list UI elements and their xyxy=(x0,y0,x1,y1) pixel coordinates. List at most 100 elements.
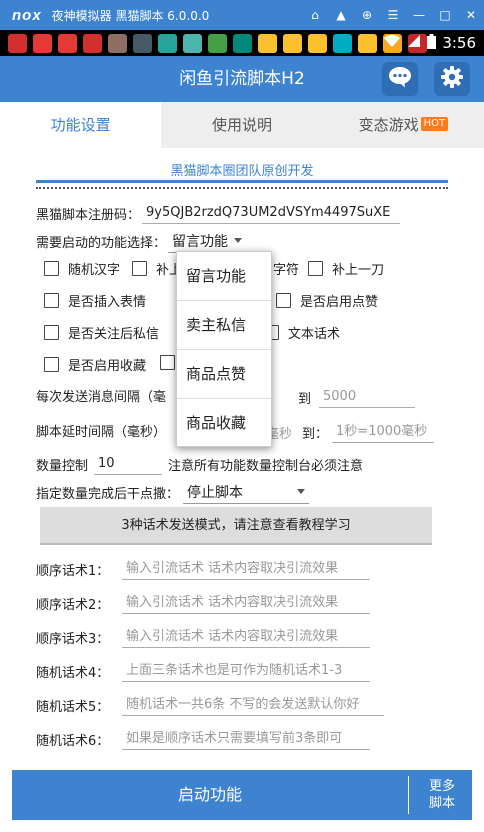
notification-app-icon xyxy=(58,33,77,53)
checkbox-extra-cut[interactable]: 补上一刀 xyxy=(308,259,384,278)
dropdown-option-favorite[interactable]: 商品收藏 xyxy=(177,399,271,448)
after-select[interactable]: 停止脚本 xyxy=(183,480,310,504)
checkbox-box xyxy=(132,261,147,276)
phrase-row: 顺序话术2： 输入引流话术 话术内容取决引流效果 xyxy=(36,592,370,614)
pin-icon[interactable]: ⊕ xyxy=(360,8,374,22)
notification-app-icon xyxy=(358,33,377,53)
interval-max-row: 到 5000 xyxy=(298,386,416,408)
emulator-title: 夜神模拟器 黑猫脚本 6.0.0.0 xyxy=(51,8,210,23)
phrase-input[interactable]: 如果是顺序话术只需要填写前3条即可 xyxy=(122,728,370,750)
qty-input[interactable]: 10 xyxy=(94,453,163,475)
home-icon[interactable]: ⌂ xyxy=(308,8,322,22)
delay-max-input[interactable]: 1秒=1000毫秒 xyxy=(332,421,435,443)
phrase-input[interactable]: 输入引流话术 话术内容取决引流效果 xyxy=(122,626,370,648)
dotted-divider xyxy=(36,187,448,189)
interval-label: 每次发送消息间隔（毫 xyxy=(36,390,167,405)
qty-note: 注意所有功能数量控制台必须注意 xyxy=(168,458,364,474)
more-scripts-button[interactable]: 更多 脚本 xyxy=(420,778,464,812)
notification-app-icon xyxy=(83,33,102,53)
checkbox-label: 字符 xyxy=(273,263,300,278)
checkbox-label: 随机汉字 xyxy=(68,263,121,278)
nox-logo: nox xyxy=(12,6,42,24)
checkbox-label: 补上一刀 xyxy=(332,263,385,278)
notification-app-icon xyxy=(258,33,277,53)
feature-select[interactable]: 留言功能 xyxy=(168,229,247,253)
notification-app-icon xyxy=(283,33,302,53)
wifi-icon xyxy=(383,34,401,52)
checkbox-enable-like[interactable]: 是否启用点赞 xyxy=(276,291,378,310)
phrase-label: 顺序话术1： xyxy=(36,563,110,579)
more-label-line2: 脚本 xyxy=(428,796,455,811)
bottom-divider xyxy=(408,776,409,814)
minimize-icon[interactable]: — xyxy=(412,8,426,22)
tab-settings[interactable]: 功能设置 xyxy=(0,102,162,148)
checkbox-label: 是否关注后私信 xyxy=(68,327,160,342)
maximize-icon[interactable]: □ xyxy=(438,8,452,22)
tab-games[interactable]: 变态游戏 HOT xyxy=(323,102,484,148)
delay-row: 脚本延时间隔（毫秒） xyxy=(36,421,166,440)
emulator-title-bar: nox 夜神模拟器 黑猫脚本 6.0.0.0 ⌂ ▲ ⊕ ☰ — □ ✕ xyxy=(0,0,484,30)
phrase-row: 顺序话术1： 输入引流话术 话术内容取决引流效果 xyxy=(36,558,370,580)
checkbox-insert-emoji[interactable]: 是否插入表情 xyxy=(44,291,146,310)
phrase-input[interactable]: 上面三条话术也是可作为随机话术1-3 xyxy=(122,660,370,682)
status-right: 3:56 xyxy=(383,30,476,56)
close-icon[interactable]: ✕ xyxy=(464,8,478,22)
menu-icon[interactable]: ☰ xyxy=(386,8,400,22)
checkbox-box xyxy=(44,325,59,340)
qty-label: 数量控制 xyxy=(36,458,89,474)
notification-app-icon xyxy=(158,33,177,53)
gear-icon xyxy=(441,66,463,92)
phrase-label: 随机话术6： xyxy=(36,733,110,749)
after-row: 指定数量完成后干点撒： 停止脚本 xyxy=(36,480,310,504)
phrase-input[interactable]: 输入引流话术 话术内容取决引流效果 xyxy=(122,592,370,614)
notification-app-icon xyxy=(133,33,152,53)
checkbox-follow-dm[interactable]: 是否关注后私信 xyxy=(44,323,159,342)
checkbox-box xyxy=(44,357,59,372)
checkbox-enable-favorite[interactable]: 是否启用收藏 xyxy=(44,355,146,374)
settings-button[interactable] xyxy=(434,62,470,96)
bottom-action-bar: 启动功能 更多 脚本 xyxy=(12,770,472,820)
interval-row: 每次发送消息间隔（毫 xyxy=(36,386,166,405)
delay-label: 脚本延时间隔（毫秒） xyxy=(36,425,167,440)
phrase-label: 随机话术4： xyxy=(36,665,110,681)
tab-games-label: 变态游戏 xyxy=(358,116,419,134)
checkbox-label: 是否启用收藏 xyxy=(68,359,147,374)
window-controls: ⌂ ▲ ⊕ ☰ — □ ✕ xyxy=(308,0,478,30)
clock: 3:56 xyxy=(442,34,476,52)
tab-bar: 功能设置 使用说明 变态游戏 HOT xyxy=(0,102,484,148)
checkbox-supplement[interactable]: 补上 xyxy=(132,259,182,278)
checkbox-box xyxy=(276,293,291,308)
phrase-input[interactable]: 输入引流话术 话术内容取决引流效果 xyxy=(122,558,370,580)
notification-app-icon xyxy=(308,33,327,53)
notification-app-icon xyxy=(333,33,352,53)
tab-instructions[interactable]: 使用说明 xyxy=(161,102,322,148)
shirt-icon[interactable]: ▲ xyxy=(334,8,348,22)
more-label-line1: 更多 xyxy=(428,779,455,794)
checkbox-chars[interactable]: 字符 xyxy=(273,259,299,278)
checkbox-text-script[interactable]: 文本话术 xyxy=(264,323,340,342)
chat-button[interactable] xyxy=(382,62,418,96)
dropdown-caret-icon xyxy=(234,238,243,243)
feature-label: 需要启动的功能选择： xyxy=(36,235,167,251)
checkbox-label: 文本话术 xyxy=(288,327,341,342)
feature-select-value: 留言功能 xyxy=(172,233,229,250)
notification-app-icon xyxy=(208,33,227,53)
after-select-value: 停止脚本 xyxy=(187,484,244,501)
chat-bubble-icon xyxy=(388,66,412,92)
phrase-input[interactable]: 随机话术一共6条 不写的会发送默认你好 xyxy=(122,694,384,716)
dropdown-option-comment[interactable]: 留言功能 xyxy=(177,252,271,301)
hot-badge: HOT xyxy=(420,117,449,131)
checkbox-label: 是否插入表情 xyxy=(68,295,147,310)
notification-icons xyxy=(8,33,433,53)
start-button[interactable]: 启动功能 xyxy=(12,770,408,820)
notification-app-icon xyxy=(183,33,202,53)
checkbox-random-chars[interactable]: 随机汉字 xyxy=(44,259,120,278)
checkbox-box xyxy=(160,355,175,370)
checkbox-box xyxy=(308,261,323,276)
interval-max-input[interactable]: 5000 xyxy=(319,386,416,408)
dropdown-option-seller-dm[interactable]: 卖主私信 xyxy=(177,301,271,350)
notification-app-icon xyxy=(33,33,52,53)
script-mode-button[interactable]: 3种话术发送模式，请注意查看教程学习 xyxy=(40,507,432,545)
reg-code-input[interactable]: 9y5QJB2rzdQ73UM2dVSYm4497SuXE xyxy=(142,202,401,224)
dropdown-option-like[interactable]: 商品点赞 xyxy=(177,350,271,399)
